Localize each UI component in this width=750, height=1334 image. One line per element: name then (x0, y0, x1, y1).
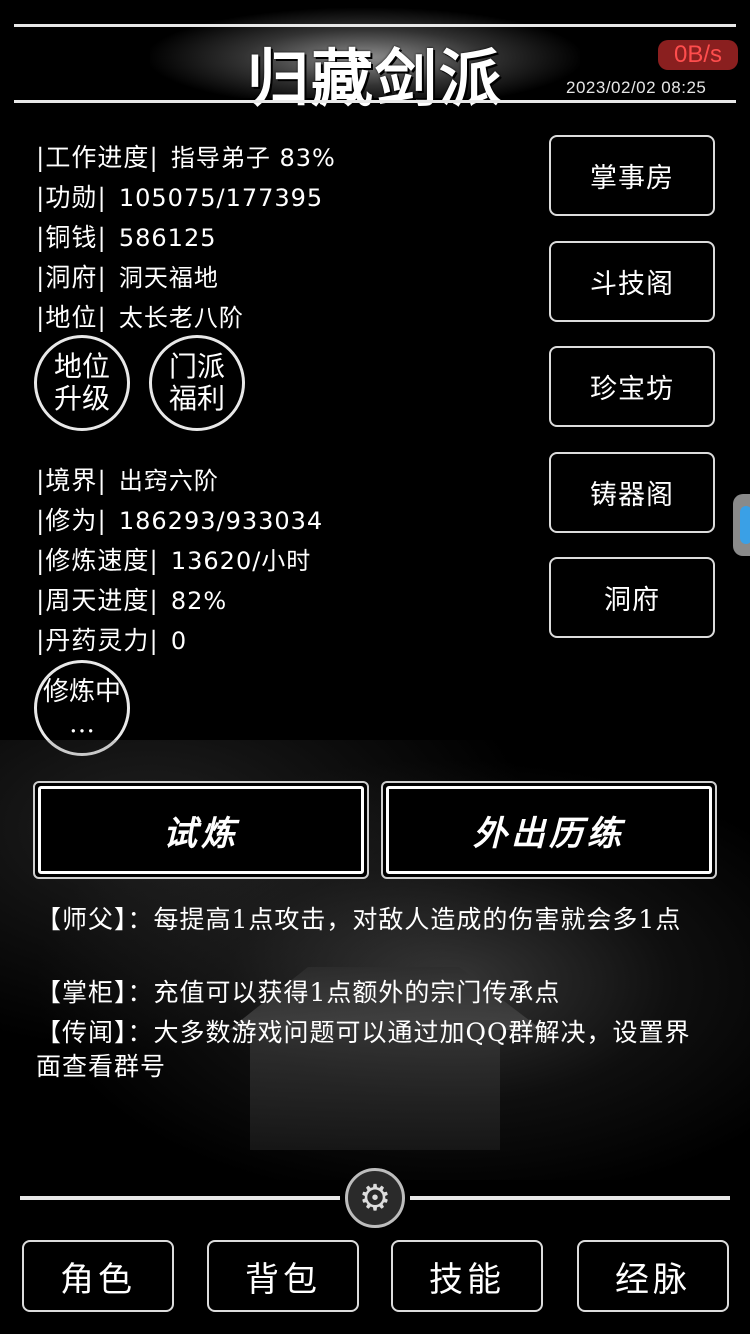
nav-character-button[interactable]: 角色 (22, 1240, 174, 1312)
stat-value: 出窍六阶 (118, 467, 219, 495)
stat-label: |境界| (36, 466, 107, 495)
nav-skills-button[interactable]: 技能 (391, 1240, 543, 1312)
stat-cave: |洞府| 洞天福地 (36, 258, 219, 294)
gear-icon: ⚙ (358, 1177, 392, 1219)
button-label-line2: 升级 (53, 382, 110, 415)
menu-treasure-shop-button[interactable]: 珍宝坊 (549, 346, 715, 427)
stat-label: |铜钱| (36, 223, 107, 252)
message-shopkeeper: 【掌柜】：充值可以获得1点额外的宗门传承点 (36, 978, 561, 1007)
datetime: 2023/02/02 08:25 (566, 78, 707, 97)
button-label-line1: 地位 (53, 350, 110, 383)
bottom-divider-left (20, 1196, 340, 1200)
floating-tab-icon[interactable] (733, 494, 750, 556)
stat-label: |周天进度| (36, 586, 159, 615)
stat-label: |功勋| (36, 183, 107, 212)
trial-button-label: 试炼 (38, 786, 364, 874)
travel-training-button[interactable]: 外出历练 (381, 781, 717, 879)
stat-value: 洞天福地 (118, 264, 219, 292)
stat-value: 586125 (118, 224, 217, 252)
bottom-divider-right (410, 1196, 730, 1200)
button-label-line2: … (69, 709, 95, 739)
stat-value: 13620/小时 (170, 547, 312, 575)
stat-label: |工作进度| (36, 143, 159, 172)
nav-backpack-button[interactable]: 背包 (207, 1240, 359, 1312)
stat-value: 0 (170, 627, 188, 655)
stat-value: 指导弟子 83% (170, 144, 336, 172)
stat-cycle-progress: |周天进度| 82% (36, 581, 227, 617)
button-label-line1: 修炼中 (42, 677, 121, 707)
stat-label: |修炼速度| (36, 546, 159, 575)
stat-value: 105075/177395 (118, 184, 324, 212)
network-speed-badge: 0B/s (658, 40, 738, 70)
stat-value: 186293/933034 (118, 507, 324, 535)
stat-cultivation-speed: |修炼速度| 13620/小时 (36, 541, 311, 577)
stat-label: |丹药灵力| (36, 626, 159, 655)
settings-button[interactable]: ⚙ (345, 1168, 405, 1228)
stat-merit: |功勋| 105075/177395 (36, 178, 323, 214)
stat-copper: |铜钱| 586125 (36, 218, 216, 254)
stat-value: 太长老八阶 (118, 304, 244, 332)
message-rumor: 【传闻】：大多数游戏问题可以通过加QQ群解决，设置界面查看群号 (36, 1018, 691, 1081)
stat-work-progress: |工作进度| 指导弟子 83% (36, 138, 336, 174)
nav-meridians-button[interactable]: 经脉 (577, 1240, 729, 1312)
menu-cave-button[interactable]: 洞府 (549, 557, 715, 638)
stat-value: 82% (170, 587, 228, 615)
message-master: 【师父】：每提高1点攻击，对敌人造成的伤害就会多1点 (36, 905, 682, 934)
sect-welfare-button[interactable]: 门派 福利 (149, 335, 245, 431)
menu-arena-button[interactable]: 斗技阁 (549, 241, 715, 322)
rank-upgrade-button[interactable]: 地位 升级 (34, 335, 130, 431)
stat-realm: |境界| 出窍六阶 (36, 461, 219, 497)
travel-button-label: 外出历练 (386, 786, 712, 874)
stat-label: |修为| (36, 506, 107, 535)
trial-button[interactable]: 试炼 (33, 781, 369, 879)
header-top-line (14, 24, 736, 27)
stat-cultivation: |修为| 186293/933034 (36, 501, 323, 537)
menu-steward-room-button[interactable]: 掌事房 (549, 135, 715, 216)
page-title: 归藏剑派 (246, 42, 503, 115)
button-label-line1: 门派 (168, 350, 225, 383)
button-label-line2: 福利 (168, 382, 225, 415)
stat-label: |地位| (36, 303, 107, 332)
stat-rank: |地位| 太长老八阶 (36, 298, 244, 334)
header-bottom-line (14, 100, 736, 103)
stat-label: |洞府| (36, 263, 107, 292)
menu-forge-button[interactable]: 铸器阁 (549, 452, 715, 533)
stat-pill-power: |丹药灵力| 0 (36, 621, 187, 657)
